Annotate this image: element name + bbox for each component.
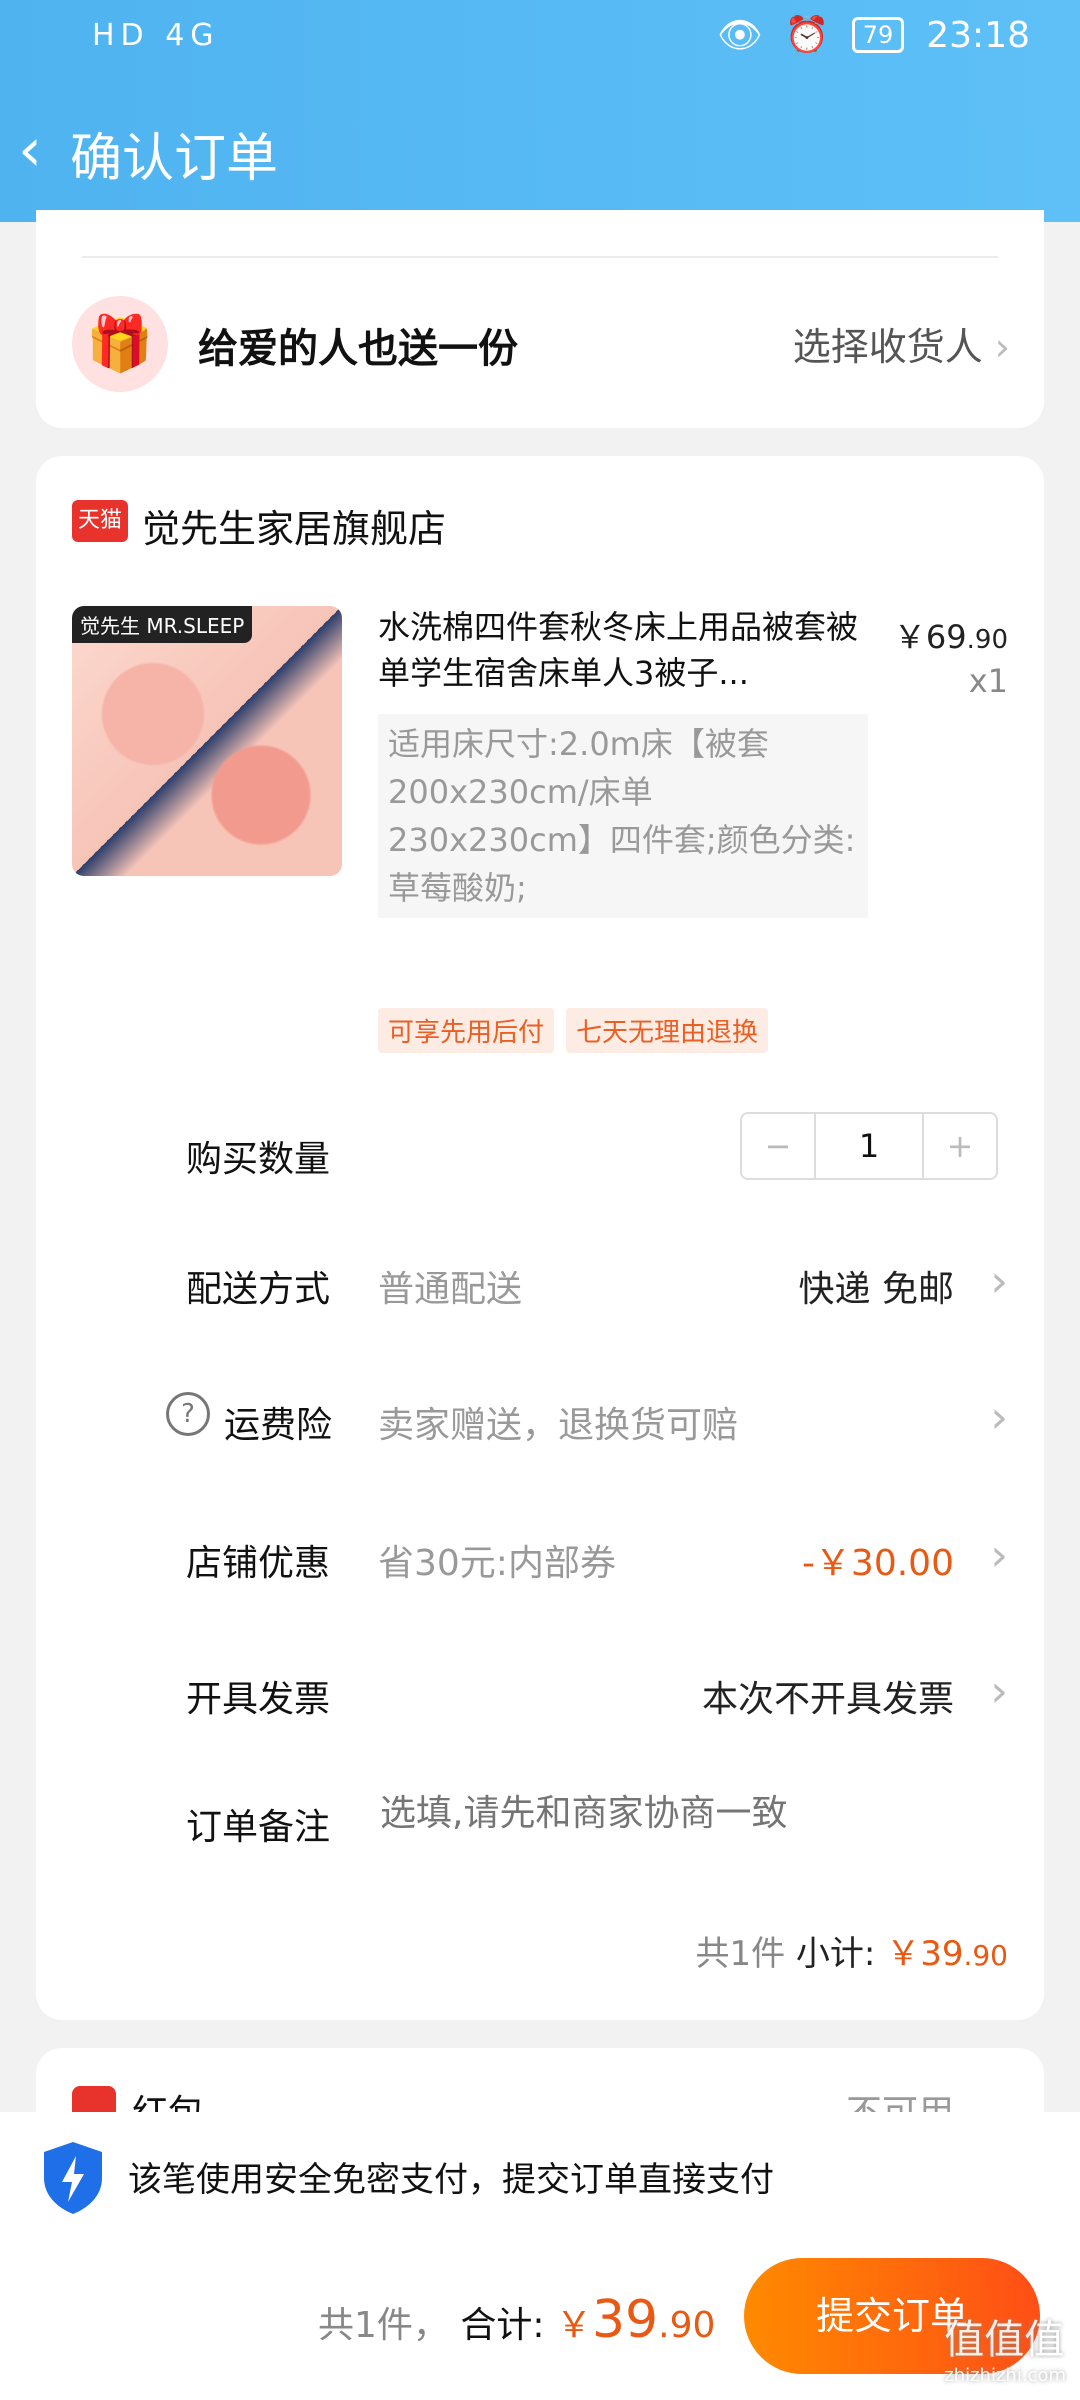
select-recipient-text: 选择收货人 (792, 325, 983, 369)
delivery-type: 普通配送 (378, 1269, 523, 1310)
discount-label: 店铺优惠 (186, 1543, 331, 1584)
product-brand-label: 觉先生 MR.SLEEP (72, 606, 253, 643)
watermark: 值值值 zhizhizhi.com (944, 2307, 1066, 2386)
tmall-badge: 天猫 (72, 500, 128, 542)
insurance-desc: 卖家赠送，退换货可赔 (378, 1405, 739, 1446)
note-row: 订单备注 (36, 1780, 1044, 1860)
note-label: 订单备注 (186, 1807, 331, 1848)
invoice-row[interactable]: 开具发票 本次不开具发票 › (36, 1652, 1044, 1732)
eye-icon: 👁 (717, 15, 763, 56)
insurance-row[interactable]: ? 运费险 卖家赠送，退换货可赔 › (36, 1378, 1044, 1458)
select-recipient-link[interactable]: 选择收货人 › (793, 316, 1010, 371)
discount-row[interactable]: 店铺优惠 省30元:内部券 -￥30.00 › (36, 1516, 1044, 1596)
question-icon[interactable]: ? (166, 1392, 210, 1436)
clock: 23:18 (926, 14, 1030, 56)
product-title[interactable]: 水洗棉四件套秋冬床上用品被套被单学生宿舍床单人3被子... (378, 604, 858, 696)
price-dec: .90 (966, 625, 1008, 655)
product-qty: x1 (968, 662, 1008, 700)
delivery-label: 配送方式 (186, 1269, 331, 1310)
total-summary: 共1件， 合计: ￥39.90 (318, 2290, 715, 2350)
price-int: ￥69 (893, 618, 967, 656)
quantity-row: 购买数量 − 1 + (36, 1112, 1044, 1192)
delivery-row[interactable]: 配送方式 普通配送 快递 免邮 › (36, 1242, 1044, 1322)
subtotal-amount: ￥39 (886, 1934, 964, 1974)
order-card: 天猫 觉先生家居旗舰店 觉先生 MR.SLEEP 水洗棉四件套秋冬床上用品被套被… (36, 456, 1044, 2020)
chevron-right-icon: › (994, 325, 1010, 369)
gift-card: 🎁 给爱的人也送一份 选择收货人 › (36, 210, 1044, 428)
battery-icon: 79 (851, 17, 905, 53)
plus-button[interactable]: + (924, 1114, 996, 1178)
chevron-right-icon: › (990, 1666, 1008, 1717)
gift-icon-wrap: 🎁 (72, 296, 168, 392)
status-bar: HD 4G 👁 ⏰ 79 23:18 (0, 0, 1080, 80)
alarm-icon: ⏰ (784, 15, 830, 56)
service-tags: 可享先用后付 七天无理由退换 (378, 1008, 769, 1053)
discount-desc: 省30元:内部券 (378, 1543, 616, 1584)
chevron-right-icon: › (990, 1256, 1008, 1307)
chevron-right-icon: › (990, 1530, 1008, 1581)
chevron-right-icon: › (990, 1392, 1008, 1443)
subtotal-count: 共1件 (695, 1934, 786, 1974)
subtotal-label: 小计: (795, 1934, 876, 1974)
divider (82, 256, 998, 258)
minus-button[interactable]: − (742, 1114, 814, 1178)
quantity-label: 购买数量 (186, 1139, 331, 1180)
watermark-sub: zhizhizhi.com (944, 2365, 1066, 2386)
subtotal: 共1件 小计: ￥39.90 (695, 1926, 1008, 1975)
tag-pay-later: 可享先用后付 (378, 1008, 555, 1053)
quantity-value[interactable]: 1 (814, 1114, 924, 1178)
payment-bar: 该笔使用安全免密支付，提交订单直接支付 共1件， 合计: ￥39.90 提交订单… (0, 2112, 1080, 2400)
order-note-input[interactable] (378, 1792, 942, 1835)
shop-name[interactable]: 觉先生家居旗舰店 (142, 498, 446, 553)
invoice-label: 开具发票 (186, 1679, 331, 1720)
network-indicator: HD 4G (92, 18, 220, 53)
product-price: ￥69.90 (894, 612, 1008, 658)
invoice-value: 本次不开具发票 (701, 1679, 954, 1720)
insurance-label: 运费险 (224, 1405, 333, 1446)
product-sku[interactable]: 适用床尺寸:2.0m床【被套200x230cm/床单230x230cm】四件套;… (378, 714, 868, 918)
gift-label: 给爱的人也送一份 (198, 326, 518, 372)
app-header: ‹ 确认订单 (0, 80, 1080, 222)
tag-return: 七天无理由退换 (566, 1008, 769, 1053)
back-chevron-icon[interactable]: ‹ (18, 110, 78, 190)
secure-pay-note: 该笔使用安全免密支付，提交订单直接支付 (128, 2160, 774, 2200)
delivery-value: 快递 免邮 (798, 1269, 954, 1310)
shield-icon (44, 2142, 102, 2214)
total-count: 共1件， (318, 2305, 449, 2346)
subtotal-dec: .90 (963, 1939, 1008, 1972)
status-icons: 👁 ⏰ 79 23:18 (717, 14, 1030, 57)
discount-value: -￥30.00 (801, 1543, 954, 1584)
product-image[interactable]: 觉先生 MR.SLEEP (72, 606, 342, 876)
watermark-main: 值值值 (944, 2317, 1065, 2363)
page-title: 确认订单 (70, 129, 279, 189)
gift-icon: 🎁 (86, 312, 154, 375)
quantity-stepper: − 1 + (740, 1112, 998, 1180)
total-label: 合计: (460, 2305, 545, 2346)
total-yen: ￥ (555, 2305, 592, 2346)
total-dec: .90 (658, 2305, 716, 2346)
total-amount: 39 (591, 2290, 659, 2350)
